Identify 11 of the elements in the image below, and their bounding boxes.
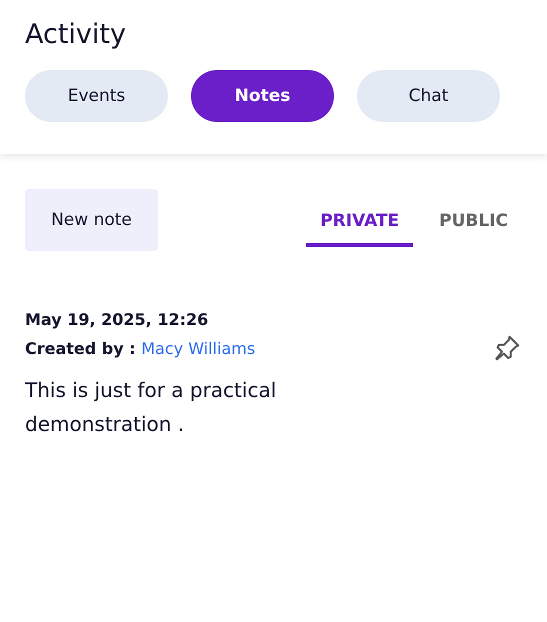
new-note-button[interactable]: New note <box>25 189 158 251</box>
tab[interactable]: Notes <box>191 70 334 122</box>
tab[interactable]: Chat <box>357 70 500 122</box>
visibility-tab[interactable]: PUBLIC <box>425 211 522 247</box>
visibility-tab[interactable]: PRIVATE <box>306 211 414 247</box>
author-link[interactable]: Macy Williams <box>141 339 256 358</box>
page-title: Activity <box>25 18 127 52</box>
created-by-label: Created by : <box>25 339 136 358</box>
note-text: This is just for a practical demonstration . <box>25 377 278 438</box>
note-date: May 19, 2025, 12:26 <box>25 310 208 329</box>
tab[interactable]: Events <box>25 70 168 122</box>
